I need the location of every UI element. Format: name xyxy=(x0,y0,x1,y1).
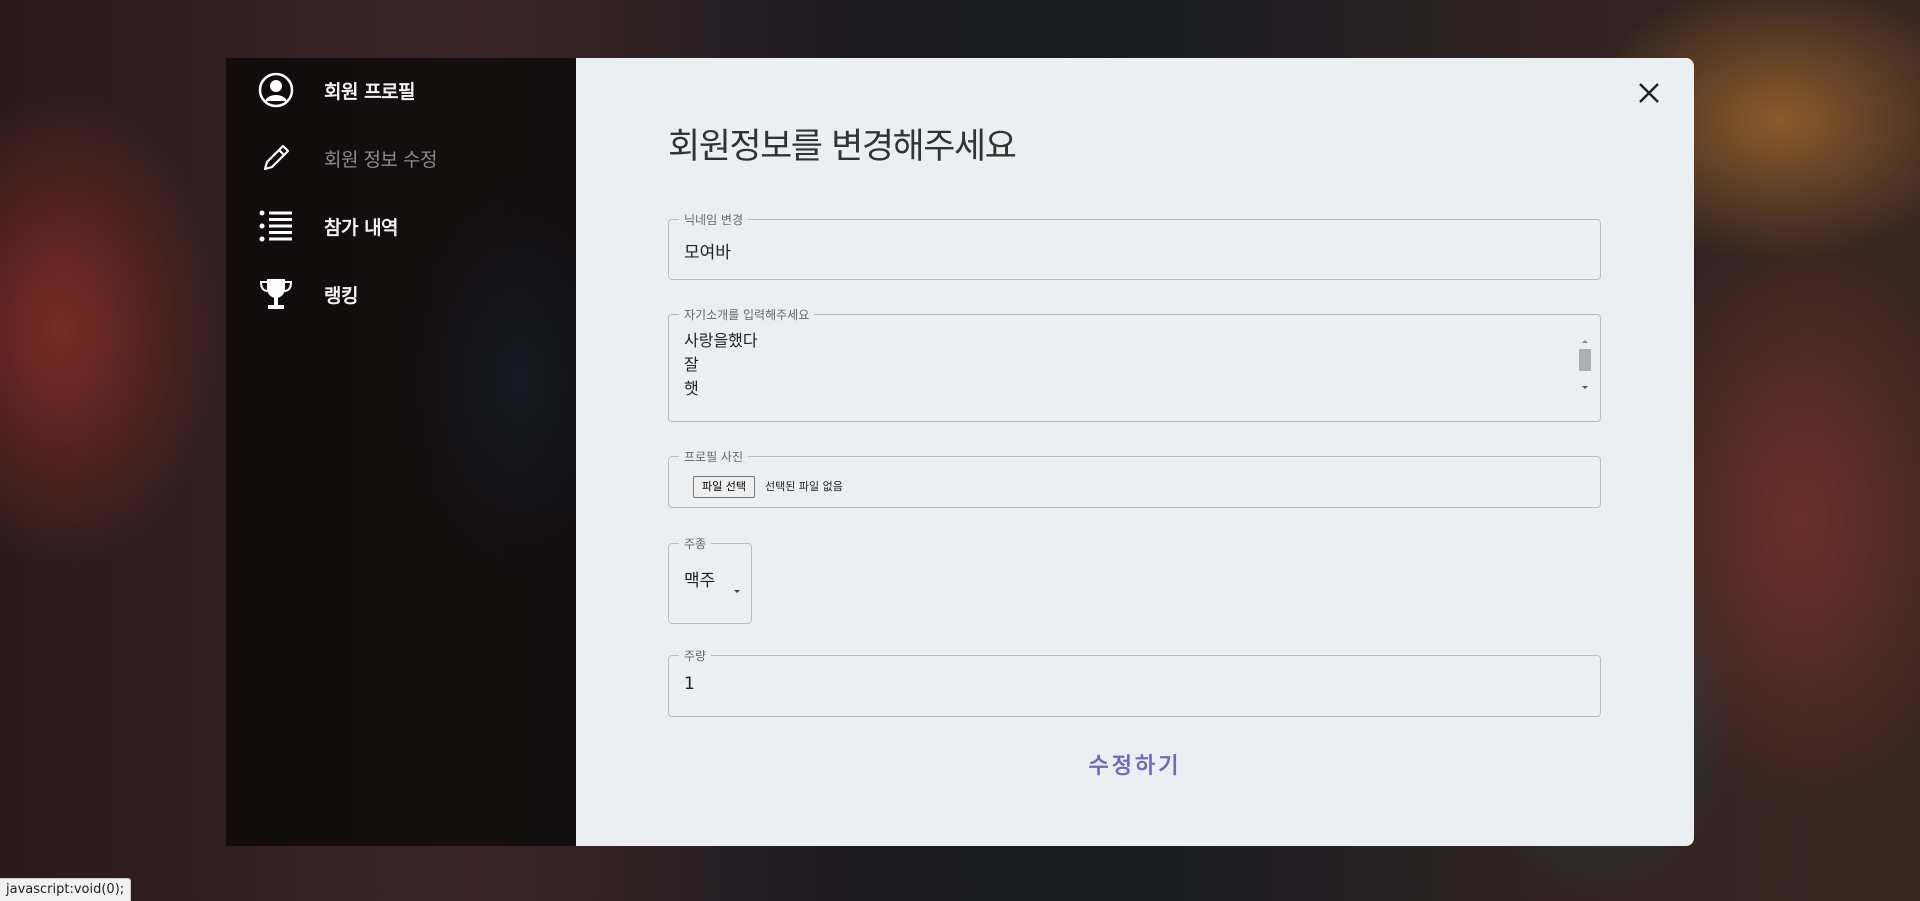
nickname-value: 모여바 xyxy=(684,243,731,263)
user-circle-icon xyxy=(256,70,296,110)
photo-legend: 프로필 사진 xyxy=(679,448,749,465)
pencil-icon xyxy=(256,138,296,178)
sidebar-item-label: 참가 내역 xyxy=(324,216,399,239)
intro-line: 사랑을했다 xyxy=(684,331,758,350)
nickname-legend: 닉네임 변경 xyxy=(679,211,749,228)
drink-type-value: 맥주 xyxy=(684,571,716,591)
sidebar-item-ranking[interactable]: 랭킹 xyxy=(256,272,358,316)
file-status: 선택된 파일 없음 xyxy=(765,480,843,493)
intro-line: 잘 xyxy=(684,355,699,374)
sidebar-item-label: 회원 정보 수정 xyxy=(324,148,437,171)
close-icon[interactable] xyxy=(1632,76,1666,110)
drink-amount-legend: 주량 xyxy=(679,647,712,664)
drink-amount-value: 1 xyxy=(684,674,695,694)
sidebar-item-label: 랭킹 xyxy=(324,284,358,307)
page-title: 회원정보를 변경해주세요 xyxy=(668,127,1017,167)
textarea-scrollbar[interactable] xyxy=(1578,337,1592,397)
submit-button[interactable]: 수정하기 xyxy=(576,748,1694,780)
edit-profile-modal: 회원정보를 변경해주세요 닉네임 변경 모여바 자기소개를 입력해주세요 사랑을… xyxy=(576,58,1694,846)
intro-line: 햇 xyxy=(684,379,699,398)
intro-legend: 자기소개를 입력해주세요 xyxy=(679,306,815,323)
sidebar-item-edit-profile[interactable]: 회원 정보 수정 xyxy=(256,136,437,180)
chevron-down-icon xyxy=(733,580,741,599)
sidebar-item-label: 회원 프로필 xyxy=(324,80,416,103)
intro-text: 사랑을했다 잘 햇 xyxy=(684,329,758,401)
nickname-field[interactable]: 닉네임 변경 모여바 xyxy=(668,211,1601,280)
choose-file-button[interactable]: 파일 선택 xyxy=(693,476,755,498)
trophy-icon xyxy=(256,274,296,314)
list-icon xyxy=(256,206,296,246)
drink-type-legend: 주종 xyxy=(679,535,712,552)
sidebar-item-profile[interactable]: 회원 프로필 xyxy=(256,68,416,112)
status-bar: javascript:void(0); xyxy=(0,878,132,901)
profile-photo-field: 프로필 사진 파일 선택 선택된 파일 없음 xyxy=(668,448,1601,508)
drink-amount-field[interactable]: 주량 1 xyxy=(668,647,1601,717)
drink-type-select[interactable]: 주종 맥주 xyxy=(668,535,752,624)
intro-textarea[interactable]: 자기소개를 입력해주세요 사랑을했다 잘 햇 xyxy=(668,306,1601,422)
sidebar: 회원 프로필 회원 정보 수정 참가 내역 랭킹 xyxy=(226,58,576,846)
sidebar-item-history[interactable]: 참가 내역 xyxy=(256,204,399,248)
